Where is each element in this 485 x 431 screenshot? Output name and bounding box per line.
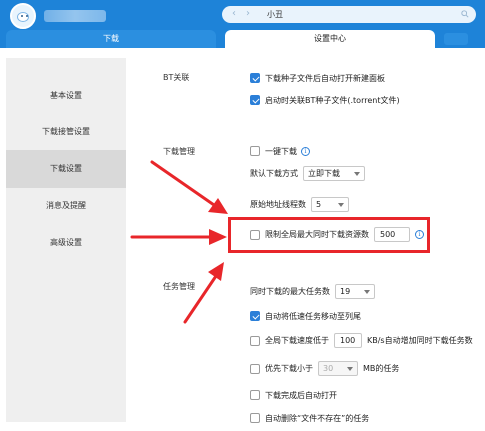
small-first-prefix: 优先下载小于 — [265, 364, 313, 373]
checkbox-associate-torrent[interactable] — [250, 95, 260, 105]
new-tab-button[interactable] — [444, 33, 468, 45]
option-auto-move-slow[interactable]: 自动将低速任务移动至列尾 — [250, 309, 361, 323]
speed-below-prefix: 全局下载速度低于 — [265, 336, 329, 345]
max-tasks-value: 19 — [340, 287, 351, 296]
title-bar: ‹ › 小丑 — [0, 0, 485, 30]
option-label: 下载种子文件后自动打开新建面板 — [265, 73, 385, 83]
small-first-select[interactable]: 30 — [318, 361, 358, 376]
tab-settings-center[interactable]: 设置中心 — [225, 30, 435, 48]
settings-sidebar: 基本设置 下载接管设置 下载设置 消息及提醒 高级设置 — [6, 58, 126, 422]
thread-count-value: 5 — [316, 200, 322, 209]
chevron-down-icon — [364, 290, 370, 294]
sidebar-item-notifications[interactable]: 消息及提醒 — [6, 187, 126, 225]
option-label: 一键下载 — [265, 146, 297, 156]
default-mode-value: 立即下载 — [308, 169, 340, 178]
checkbox-speed-below[interactable] — [250, 335, 260, 346]
tab-row: 下载 设置中心 — [0, 30, 485, 48]
sidebar-item-download[interactable]: 下载设置 — [6, 150, 126, 188]
checkbox-one-click-download[interactable] — [250, 146, 260, 156]
avatar-eye-icon — [21, 15, 23, 17]
checkbox-open-new-panel[interactable] — [250, 73, 260, 83]
checkbox-auto-delete[interactable] — [250, 413, 260, 423]
option-open-new-panel[interactable]: 下载种子文件后自动打开新建面板 — [250, 71, 385, 85]
tab-download[interactable]: 下载 — [6, 30, 216, 48]
arrow-upper — [150, 160, 216, 207]
arrow-middle-head — [209, 229, 227, 245]
chevron-left-icon[interactable]: ‹ — [232, 8, 236, 19]
checkbox-auto-move-slow[interactable] — [250, 311, 260, 321]
chevron-down-icon — [347, 367, 353, 371]
option-label: 下载完成后自动打开 — [265, 390, 337, 400]
chevron-down-icon — [354, 172, 360, 176]
info-icon[interactable]: i — [301, 146, 310, 156]
max-tasks-label: 同时下载的最大任务数 — [250, 287, 330, 296]
option-label: 自动将低速任务移动至列尾 — [265, 311, 361, 321]
default-mode-label: 默认下载方式 — [250, 169, 298, 178]
chevron-down-icon — [338, 203, 344, 207]
address-text: 小丑 — [267, 10, 283, 19]
thread-count-label: 原始地址线程数 — [250, 200, 306, 209]
section-title-task-mgmt: 任务管理 — [163, 282, 195, 291]
search-icon[interactable] — [461, 10, 469, 18]
row-default-mode: 默认下载方式 立即下载 — [250, 165, 365, 182]
speed-below-suffix: KB/s自动增加同时下载任务数 — [367, 336, 473, 345]
option-associate-torrent[interactable]: 启动时关联BT种子文件(.torrent文件) — [250, 93, 400, 107]
avatar-face-icon — [17, 12, 29, 22]
thread-count-select[interactable]: 5 — [311, 197, 349, 212]
option-auto-delete[interactable]: 自动删除“文件不存在”的任务 — [250, 411, 369, 425]
option-one-click-download[interactable]: 一键下载 i — [250, 144, 310, 158]
speed-below-input[interactable]: 100 — [334, 333, 362, 348]
username-blurred — [44, 10, 106, 22]
option-speed-below[interactable]: 全局下载速度低于 100 KB/s自动增加同时下载任务数 — [250, 332, 473, 349]
option-label: 启动时关联BT种子文件(.torrent文件) — [265, 95, 400, 105]
option-auto-open[interactable]: 下载完成后自动打开 — [250, 388, 337, 402]
max-tasks-select[interactable]: 19 — [335, 284, 375, 299]
row-thread-count: 原始地址线程数 5 — [250, 196, 349, 213]
sidebar-item-basic[interactable]: 基本设置 — [6, 77, 126, 115]
chevron-right-icon[interactable]: › — [246, 8, 250, 19]
avatar-eye-icon — [26, 15, 28, 17]
small-first-suffix: MB的任务 — [363, 364, 400, 373]
section-title-bt: BT关联 — [163, 73, 190, 82]
row-max-tasks: 同时下载的最大任务数 19 — [250, 283, 375, 300]
checkbox-small-first[interactable] — [250, 363, 260, 374]
section-title-download-mgmt: 下载管理 — [163, 147, 195, 156]
sidebar-item-takeover[interactable]: 下载接管设置 — [6, 113, 126, 151]
address-bar[interactable]: ‹ › 小丑 — [222, 6, 476, 23]
option-label: 自动删除“文件不存在”的任务 — [265, 413, 370, 423]
avatar[interactable] — [10, 3, 36, 29]
highlight-box — [228, 217, 430, 253]
arrow-upper-head — [208, 198, 228, 214]
checkbox-auto-open[interactable] — [250, 390, 260, 400]
small-first-value: 30 — [323, 364, 334, 373]
arrow-lower-head — [208, 262, 224, 281]
default-mode-select[interactable]: 立即下载 — [303, 166, 365, 181]
sidebar-item-advanced[interactable]: 高级设置 — [6, 224, 126, 262]
option-small-first[interactable]: 优先下载小于 30 MB的任务 — [250, 360, 399, 377]
